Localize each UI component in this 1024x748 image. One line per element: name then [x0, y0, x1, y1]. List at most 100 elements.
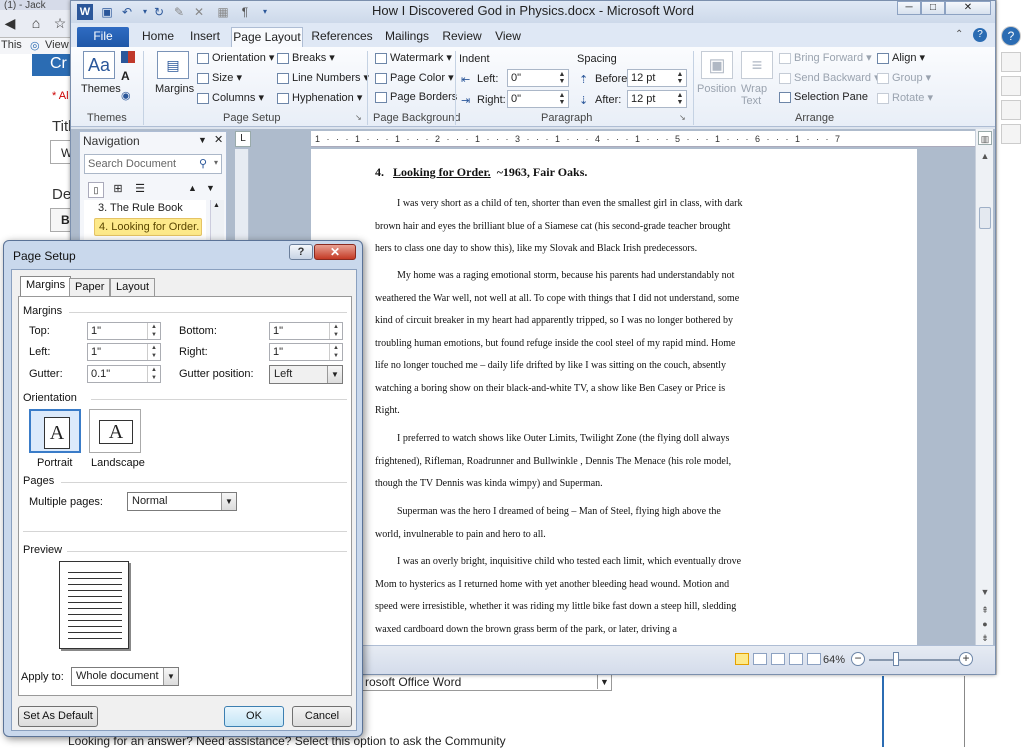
- zoom-level[interactable]: 64%: [823, 654, 845, 666]
- spinner-icon[interactable]: ▲ ▼: [147, 323, 160, 339]
- indent-left-input[interactable]: 0" ▲ ▼: [507, 69, 569, 87]
- scroll-up-icon[interactable]: ▲: [213, 202, 220, 209]
- group-button[interactable]: Group ▾: [877, 71, 931, 84]
- scroll-up-icon[interactable]: ▲: [978, 149, 992, 163]
- chevron-down-icon[interactable]: ▾: [214, 158, 218, 167]
- help-button[interactable]: ?: [289, 244, 313, 260]
- spinner-icon[interactable]: ▲ ▼: [147, 344, 160, 360]
- star-icon[interactable]: ☆: [52, 15, 68, 31]
- size-button[interactable]: Size ▾: [197, 71, 242, 84]
- set-as-default-button[interactable]: Set As Default: [18, 706, 98, 727]
- scroll-thumb[interactable]: [979, 207, 991, 229]
- spacing-before-input[interactable]: 12 pt ▲ ▼: [627, 69, 687, 87]
- home-icon[interactable]: ⌂: [28, 15, 44, 31]
- tab-margins[interactable]: Margins: [20, 276, 72, 297]
- position-button[interactable]: Position: [697, 83, 736, 95]
- zoom-slider[interactable]: [869, 659, 965, 661]
- top-margin-input[interactable]: 1" ▲ ▼: [87, 322, 161, 340]
- minimize-button[interactable]: ─: [897, 1, 921, 15]
- tool-button[interactable]: [1001, 76, 1021, 96]
- selection-pane-button[interactable]: Selection Pane: [779, 91, 868, 103]
- position-icon[interactable]: ▣: [701, 51, 733, 79]
- dialog-launcher-icon[interactable]: ↘: [355, 113, 362, 122]
- favorites-view[interactable]: View: [45, 39, 69, 51]
- tool-button[interactable]: [1001, 124, 1021, 144]
- right-margin-input[interactable]: 1" ▲ ▼: [269, 343, 343, 361]
- multiple-pages-select[interactable]: Normal ▼: [127, 492, 237, 511]
- help-icon[interactable]: ?: [1001, 26, 1021, 46]
- maximize-button[interactable]: □: [921, 1, 945, 15]
- spacing-after-input[interactable]: 12 pt ▲ ▼: [627, 90, 687, 108]
- chevron-down-icon[interactable]: ▼: [597, 675, 611, 689]
- search-document-input[interactable]: Search Document ⚲ ▾: [84, 154, 222, 174]
- send-backward-button[interactable]: Send Backward ▾: [779, 71, 880, 84]
- results-view-icon[interactable]: ☰: [132, 182, 148, 198]
- spinner-icon[interactable]: ▲ ▼: [329, 344, 342, 360]
- tab-insert[interactable]: Insert: [185, 27, 225, 47]
- bottom-margin-input[interactable]: 1" ▲ ▼: [269, 322, 343, 340]
- chevron-down-icon[interactable]: ▼: [221, 493, 236, 510]
- tab-references[interactable]: References: [311, 27, 373, 47]
- left-margin-input[interactable]: 1" ▲ ▼: [87, 343, 161, 361]
- full-screen-reading-icon[interactable]: [753, 653, 767, 665]
- wrap-text-icon[interactable]: ≡: [741, 51, 773, 79]
- vertical-scrollbar[interactable]: ▥ ▲ ▼ ⇞ ● ⇟: [975, 129, 993, 645]
- page-borders-button[interactable]: Page Borders: [375, 91, 457, 103]
- themes-button[interactable]: Themes: [81, 83, 121, 95]
- spinner-icon[interactable]: ▲ ▼: [329, 323, 342, 339]
- margins-icon[interactable]: ▤: [157, 51, 189, 79]
- portrait-option[interactable]: A: [29, 409, 81, 453]
- spinner-icon[interactable]: ▲ ▼: [675, 71, 685, 85]
- theme-effects-icon[interactable]: ◉: [121, 89, 131, 102]
- tab-selector-icon[interactable]: L: [235, 131, 251, 147]
- page-color-button[interactable]: Page Color ▾: [375, 71, 454, 84]
- search-icon[interactable]: ⚲: [199, 157, 207, 170]
- tab-home[interactable]: Home: [139, 27, 177, 47]
- bold-button[interactable]: B: [61, 213, 70, 227]
- minimize-ribbon-icon[interactable]: ⌃: [955, 29, 963, 40]
- close-icon[interactable]: ✕: [214, 133, 223, 146]
- dialog-launcher-icon[interactable]: ↘: [679, 113, 686, 122]
- breaks-button[interactable]: Breaks ▾: [277, 51, 335, 64]
- spinner-icon[interactable]: ▲ ▼: [557, 92, 567, 106]
- hyphenation-button[interactable]: Hyphenation ▾: [277, 91, 362, 104]
- watermark-button[interactable]: Watermark ▾: [375, 51, 452, 64]
- apply-to-select[interactable]: Whole document ▼: [71, 667, 179, 686]
- headings-view-icon[interactable]: ▯: [88, 182, 104, 198]
- tab-layout[interactable]: Layout: [110, 278, 156, 296]
- nav-menu-icon[interactable]: ▼: [198, 135, 207, 145]
- select-browse-object-icon[interactable]: ●: [978, 617, 992, 631]
- print-layout-view-icon[interactable]: [735, 653, 749, 665]
- wrap-text-button[interactable]: Wrap Text: [741, 83, 773, 107]
- next-heading-icon[interactable]: ▼: [206, 183, 215, 193]
- tab-paper[interactable]: Paper: [69, 278, 111, 296]
- ok-button[interactable]: OK: [224, 706, 284, 727]
- gutter-input[interactable]: 0.1" ▲ ▼: [87, 365, 161, 383]
- outline-view-icon[interactable]: [789, 653, 803, 665]
- favorites-this[interactable]: This: [1, 39, 22, 51]
- back-icon[interactable]: ◀: [2, 15, 18, 31]
- previous-heading-icon[interactable]: ▲: [188, 183, 197, 193]
- close-button[interactable]: ✕: [945, 1, 991, 15]
- line-numbers-button[interactable]: Line Numbers ▾: [277, 71, 369, 84]
- theme-fonts-icon[interactable]: A: [121, 69, 130, 83]
- scroll-down-icon[interactable]: ▼: [978, 585, 992, 599]
- tab-view[interactable]: View: [491, 27, 525, 47]
- web-layout-icon[interactable]: [771, 653, 785, 665]
- theme-colors-icon[interactable]: [121, 51, 135, 63]
- draft-view-icon[interactable]: [807, 653, 821, 665]
- chevron-down-icon[interactable]: ▼: [163, 668, 178, 685]
- next-page-icon[interactable]: ⇟: [978, 631, 992, 645]
- indent-right-input[interactable]: 0" ▲ ▼: [507, 90, 569, 108]
- bring-forward-button[interactable]: Bring Forward ▾: [779, 51, 872, 64]
- view-ruler-icon[interactable]: ▥: [978, 131, 992, 145]
- zoom-out-icon[interactable]: −: [851, 652, 865, 666]
- chevron-down-icon[interactable]: ▼: [327, 366, 342, 383]
- cancel-button[interactable]: Cancel: [292, 706, 352, 727]
- tab-review[interactable]: Review: [441, 27, 483, 47]
- help-icon[interactable]: ?: [973, 28, 987, 42]
- spinner-icon[interactable]: ▲ ▼: [147, 366, 160, 382]
- orientation-button[interactable]: Orientation ▾: [197, 51, 274, 64]
- margins-button[interactable]: Margins: [155, 83, 194, 95]
- tab-file[interactable]: File: [77, 27, 129, 47]
